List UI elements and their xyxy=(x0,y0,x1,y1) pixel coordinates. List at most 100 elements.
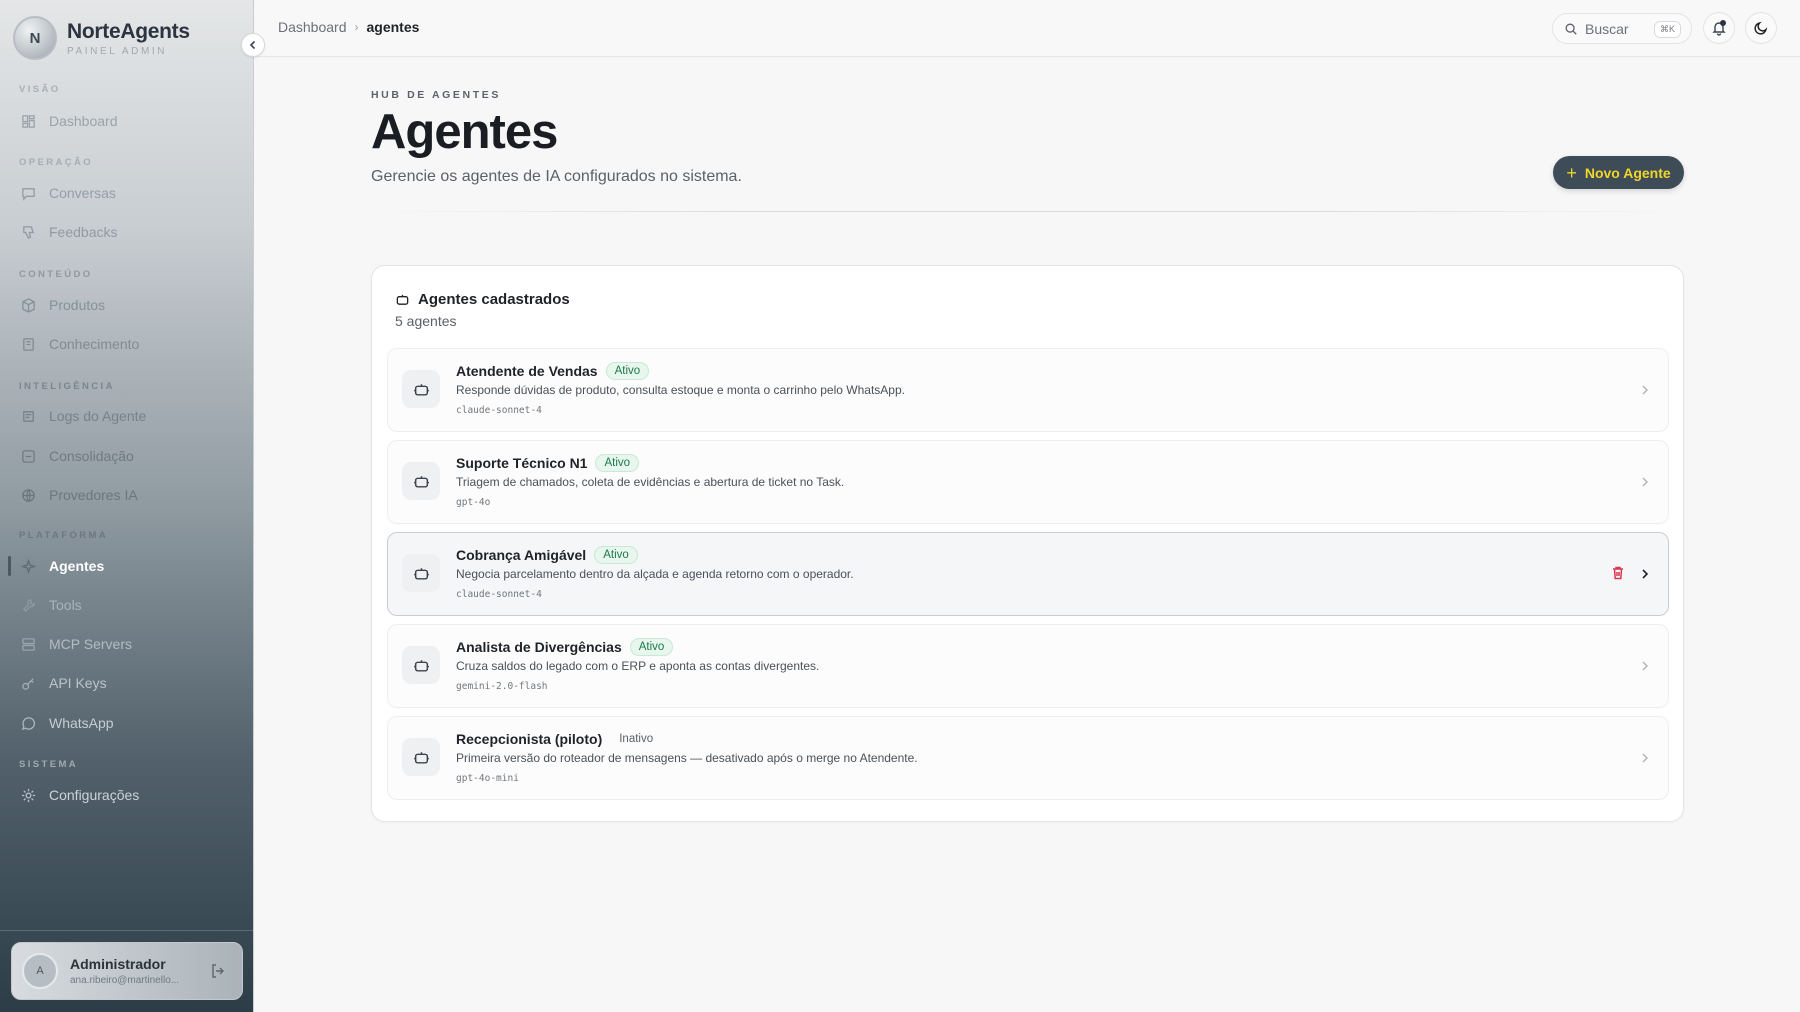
agent-model: claude-sonnet-4 xyxy=(456,589,542,600)
sidebar-item-consolidacao[interactable]: Consolidação xyxy=(20,445,134,467)
new-agent-button[interactable]: + Novo Agente xyxy=(1553,156,1684,189)
agent-description: Triagem de chamados, coleta de evidência… xyxy=(456,475,845,489)
sidebar-item-mcp-servers[interactable]: MCP Servers xyxy=(20,633,132,655)
sidebar-item-label: Logs do Agente xyxy=(49,408,147,424)
trash-icon[interactable] xyxy=(1610,565,1626,581)
thumbs-down-icon xyxy=(20,224,36,240)
sidebar-item-conversas[interactable]: Conversas xyxy=(20,182,116,204)
nav-section-sistema: SISTEMA xyxy=(19,759,79,770)
chevron-right-icon[interactable] xyxy=(1638,383,1652,397)
sidebar-item-agentes[interactable]: Agentes xyxy=(20,555,104,577)
sidebar-item-tools[interactable]: Tools xyxy=(20,594,82,616)
chevron-right-icon[interactable] xyxy=(1638,567,1652,581)
agents-card: Agentes cadastrados 5 agentes Atendente … xyxy=(371,265,1684,822)
agent-model: gemini-2.0-flash xyxy=(456,681,548,692)
bot-icon xyxy=(402,370,440,408)
sidebar-item-api-keys[interactable]: API Keys xyxy=(20,672,107,694)
breadcrumb: Dashboard › agentes xyxy=(278,19,419,35)
search-icon xyxy=(1565,23,1577,35)
agent-row[interactable]: Suporte Técnico N1 Ativo Triagem de cham… xyxy=(387,440,1669,524)
logout-icon[interactable] xyxy=(210,963,226,979)
status-badge: Ativo xyxy=(594,546,638,564)
status-badge: Inativo xyxy=(619,733,654,745)
sidebar: N NorteAgents PAINEL ADMIN VISÃO Dashboa… xyxy=(0,0,254,1012)
brand-logo: N xyxy=(13,16,57,60)
sidebar-item-produtos[interactable]: Produtos xyxy=(20,294,105,316)
card-title: Agentes cadastrados xyxy=(418,291,570,308)
sidebar-item-whatsapp[interactable]: WhatsApp xyxy=(20,712,114,734)
agent-name: Cobrança Amigável xyxy=(456,547,587,563)
top-header: Dashboard › agentes Buscar ⌘K xyxy=(255,0,1800,57)
brand-name: NorteAgents xyxy=(67,19,190,43)
agent-description: Responde dúvidas de produto, consulta es… xyxy=(456,383,905,397)
consolidation-icon xyxy=(20,448,36,464)
sidebar-item-provedores-ia[interactable]: Provedores IA xyxy=(20,484,138,506)
agent-description: Cruza saldos do legado com o ERP e apont… xyxy=(456,659,820,673)
sparkle-icon xyxy=(20,558,36,574)
agent-row[interactable]: Atendente de Vendas Ativo Responde dúvid… xyxy=(387,348,1669,432)
sidebar-item-conhecimento[interactable]: Conhecimento xyxy=(20,333,139,355)
active-indicator xyxy=(8,556,11,576)
chevron-right-icon[interactable] xyxy=(1638,659,1652,673)
sidebar-item-dashboard[interactable]: Dashboard xyxy=(20,110,118,132)
sidebar-item-label: Consolidação xyxy=(49,448,134,464)
sidebar-item-feedbacks[interactable]: Feedbacks xyxy=(20,221,117,243)
notification-dot xyxy=(1720,20,1726,26)
avatar: A xyxy=(22,953,58,989)
key-icon xyxy=(20,675,36,691)
chat-bubble-icon xyxy=(20,715,36,731)
agent-description: Primeira versão do roteador de mensagens… xyxy=(456,751,918,765)
sidebar-item-label: MCP Servers xyxy=(49,636,132,652)
search-label: Buscar xyxy=(1585,20,1629,37)
logs-icon xyxy=(20,408,36,424)
sidebar-item-label: Conversas xyxy=(49,185,116,201)
agent-model: gpt-4o xyxy=(456,497,491,508)
sidebar-item-label: Provedores IA xyxy=(49,487,138,503)
search-shortcut: ⌘K xyxy=(1653,21,1681,38)
agent-description: Negocia parcelamento dentro da alçada e … xyxy=(456,567,854,581)
book-icon xyxy=(20,336,36,352)
agent-row[interactable]: Cobrança Amigável Ativo Negocia parcelam… xyxy=(387,532,1669,616)
chevron-right-icon[interactable] xyxy=(1638,751,1652,765)
agent-row[interactable]: Recepcionista (piloto) Inativo Primeira … xyxy=(387,716,1669,800)
page-title: Agentes xyxy=(371,105,558,159)
user-email: ana.ribeiro@martinello... xyxy=(70,975,180,986)
sidebar-item-label: API Keys xyxy=(49,675,107,691)
brand[interactable]: N NorteAgents PAINEL ADMIN xyxy=(13,16,190,60)
user-name: Administrador xyxy=(70,956,166,972)
agent-name: Analista de Divergências xyxy=(456,639,622,655)
chevron-left-icon xyxy=(249,40,256,50)
dashboard-icon xyxy=(20,113,36,129)
nav-section-visao: VISÃO xyxy=(19,84,61,95)
user-card[interactable]: A Administrador ana.ribeiro@martinello..… xyxy=(11,942,243,1000)
sidebar-item-configuracoes[interactable]: Configurações xyxy=(20,784,139,806)
sidebar-item-logs-do-agente[interactable]: Logs do Agente xyxy=(20,405,146,427)
plus-icon: + xyxy=(1566,162,1577,183)
server-icon xyxy=(20,636,36,652)
status-badge: Ativo xyxy=(595,454,640,472)
divider xyxy=(371,211,1683,212)
sidebar-item-label: Agentes xyxy=(49,558,105,574)
bot-icon xyxy=(402,738,440,776)
wrench-icon xyxy=(20,597,36,613)
search-input[interactable]: Buscar ⌘K xyxy=(1552,13,1692,44)
theme-toggle-button[interactable] xyxy=(1745,12,1777,44)
sidebar-item-label: Configurações xyxy=(49,787,140,803)
sidebar-divider xyxy=(0,930,254,931)
collapse-sidebar-button[interactable] xyxy=(241,33,265,57)
nav-section-inteligencia: INTELIGÊNCIA xyxy=(19,381,115,392)
breadcrumb-dashboard[interactable]: Dashboard xyxy=(278,19,347,35)
sidebar-item-label: Feedbacks xyxy=(49,224,118,240)
nav-section-conteudo: CONTEÚDO xyxy=(19,269,93,280)
agent-model: gpt-4o-mini xyxy=(456,773,519,784)
agent-row[interactable]: Analista de Divergências Ativo Cruza sal… xyxy=(387,624,1669,708)
package-icon xyxy=(20,297,36,313)
status-badge: Ativo xyxy=(605,362,650,380)
notifications-button[interactable] xyxy=(1703,12,1735,44)
agent-name: Atendente de Vendas xyxy=(456,363,598,379)
breadcrumb-current: agentes xyxy=(366,19,420,35)
brand-subtitle: PAINEL ADMIN xyxy=(67,45,168,57)
sidebar-item-label: Conhecimento xyxy=(49,336,140,352)
chevron-right-icon: › xyxy=(354,20,359,34)
chevron-right-icon[interactable] xyxy=(1638,475,1652,489)
